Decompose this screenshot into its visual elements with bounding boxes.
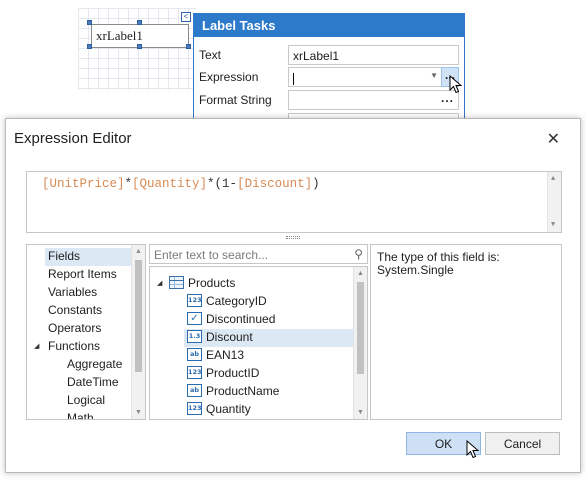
selection-handle[interactable] <box>137 44 142 49</box>
text-caret <box>293 72 294 85</box>
category-operators[interactable]: Operators <box>48 320 101 338</box>
collapse-triangle-icon[interactable]: ◢ <box>157 279 162 287</box>
scroll-up-icon[interactable]: ▲ <box>135 248 142 255</box>
selection-handle[interactable] <box>87 44 92 49</box>
label-tasks-panel: Label Tasks Text xrLabel1 Expression ▼ .… <box>193 13 465 133</box>
close-icon[interactable]: ✕ <box>547 129 560 149</box>
category-list: Fields Report Items Variables Constants … <box>26 244 146 420</box>
splitter-grip[interactable] <box>286 236 300 239</box>
expression-field[interactable]: ▼ ... <box>288 67 459 87</box>
numeric-field-icon: 123 <box>187 402 202 415</box>
string-field-icon: ab <box>187 384 202 397</box>
boolean-field-icon: ✓ <box>187 312 202 325</box>
tree-item-productid[interactable]: ProductID <box>206 365 259 383</box>
description-panel: The type of this field is: System.Single <box>370 244 562 420</box>
category-scrollbar[interactable]: ▲ ▼ <box>131 245 145 419</box>
category-datetime[interactable]: DateTime <box>67 374 119 392</box>
selection-handle[interactable] <box>87 20 92 25</box>
field-tree-scrollbar[interactable]: ▲ ▼ <box>353 267 367 419</box>
selection-handle[interactable] <box>186 44 191 49</box>
selection-handle[interactable] <box>137 20 142 25</box>
text-label: Text <box>199 48 222 62</box>
tree-item-quantity[interactable]: Quantity <box>206 401 251 419</box>
tree-item-products[interactable]: Products <box>188 275 235 293</box>
expression-operator-token: ) <box>312 177 320 191</box>
table-icon <box>169 276 184 289</box>
expression-label: Expression <box>199 70 259 84</box>
category-constants[interactable]: Constants <box>48 302 102 320</box>
expression-operator-token: *(1- <box>207 177 238 191</box>
text-field[interactable]: xrLabel1 <box>288 45 459 65</box>
numeric-field-icon: 123 <box>187 366 202 379</box>
mouse-cursor-icon <box>466 440 480 459</box>
tree-item-productname[interactable]: ProductName <box>206 383 279 401</box>
format-string-field[interactable]: ... <box>288 90 459 110</box>
xrlabel-text: xrLabel1 <box>96 28 143 43</box>
expression-operator-token: * <box>124 177 133 191</box>
dialog-title: Expression Editor <box>14 130 132 147</box>
format-string-label: Format String <box>199 93 272 107</box>
string-field-icon: ab <box>187 348 202 361</box>
field-tree: ◢ Products 123 CategoryID ✓ Discontinued… <box>149 266 368 420</box>
tree-item-discontinued[interactable]: Discontinued <box>206 311 275 329</box>
expression-editor-dialog: Expression Editor ✕ [UnitPrice]*[Quantit… <box>5 118 581 473</box>
mouse-cursor-icon <box>449 75 463 94</box>
category-report-items[interactable]: Report Items <box>48 266 117 284</box>
description-text-line2: System.Single <box>377 263 454 277</box>
scroll-up-icon[interactable]: ▲ <box>357 270 364 277</box>
chevron-left-icon: < <box>183 12 189 21</box>
float-field-icon: 1.3 <box>187 330 202 343</box>
expression-scrollbar[interactable]: ▲ ▼ <box>547 172 561 232</box>
collapse-triangle-icon[interactable]: ◢ <box>34 342 39 350</box>
scroll-up-icon[interactable]: ▲ <box>551 175 555 183</box>
cancel-button[interactable]: Cancel <box>485 432 560 455</box>
text-field-value: xrLabel1 <box>293 49 340 63</box>
search-placeholder: Enter text to search... <box>154 248 269 262</box>
scroll-down-icon[interactable]: ▼ <box>135 409 142 416</box>
category-math[interactable]: Math <box>67 410 94 419</box>
smart-tag-button[interactable]: < <box>181 12 191 22</box>
expression-field-token: [Quantity] <box>132 177 208 191</box>
scroll-thumb[interactable] <box>357 282 364 374</box>
fields-panel: Enter text to search... ⚲ ◢ Products 123… <box>149 244 368 420</box>
dropdown-arrow-icon[interactable]: ▼ <box>430 71 438 80</box>
category-functions[interactable]: Functions <box>48 338 100 356</box>
expression-field-token: [UnitPrice] <box>42 177 125 191</box>
field-search-input[interactable]: Enter text to search... ⚲ <box>149 244 368 264</box>
search-icon[interactable]: ⚲ <box>354 247 363 261</box>
scroll-down-icon[interactable]: ▼ <box>357 409 364 416</box>
expression-text: [UnitPrice]*[Quantity]*(1-[Discount]) <box>42 177 320 191</box>
expression-field-token: [Discount] <box>237 177 313 191</box>
tree-item-categoryid[interactable]: CategoryID <box>206 293 267 311</box>
category-fields[interactable]: Fields <box>45 248 132 266</box>
category-logical[interactable]: Logical <box>67 392 105 410</box>
scroll-down-icon[interactable]: ▼ <box>551 221 555 229</box>
label-tasks-title: Label Tasks <box>194 14 464 37</box>
scroll-thumb[interactable] <box>135 260 142 372</box>
tree-item-ean13[interactable]: EAN13 <box>206 347 244 365</box>
category-variables[interactable]: Variables <box>48 284 97 302</box>
expression-input[interactable]: [UnitPrice]*[Quantity]*(1-[Discount]) ▲ … <box>26 171 562 233</box>
numeric-field-icon: 123 <box>187 294 202 307</box>
tree-item-discount[interactable]: Discount <box>206 329 253 347</box>
category-aggregate[interactable]: Aggregate <box>67 356 122 374</box>
